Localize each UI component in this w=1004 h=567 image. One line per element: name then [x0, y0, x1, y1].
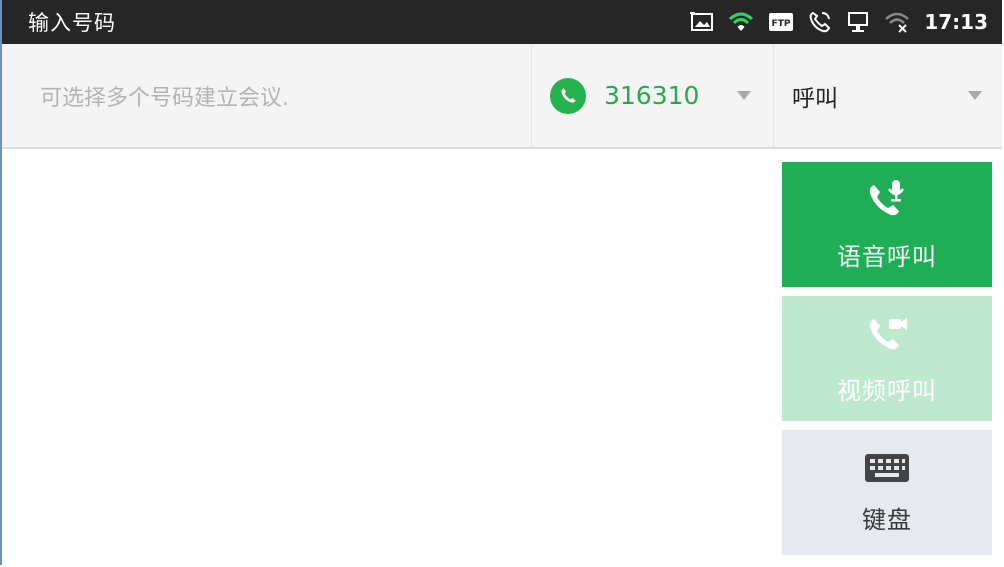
- network-icon: [846, 11, 870, 33]
- screenshot-icon: [690, 11, 714, 33]
- status-bar: 输入号码 FTP 17:13: [2, 0, 1002, 44]
- page-title: 输入号码: [28, 11, 116, 35]
- video-call-label: 视频呼叫: [837, 377, 937, 405]
- number-input-placeholder: 可选择多个号码建立会议.: [40, 85, 289, 111]
- chevron-down-icon: [737, 91, 752, 100]
- clock: 17:13: [924, 10, 988, 34]
- voice-call-label: 语音呼叫: [837, 243, 937, 271]
- wifi-off-icon: [884, 11, 910, 33]
- keypad-button[interactable]: 键盘: [782, 430, 992, 555]
- voice-call-icon: [865, 177, 909, 227]
- chevron-down-icon: [968, 91, 982, 100]
- video-call-icon: [865, 311, 909, 361]
- call-mode-label: 呼叫: [792, 85, 838, 112]
- account-select[interactable]: 316310: [532, 44, 774, 147]
- status-icons: FTP 17:13: [690, 10, 988, 34]
- account-number: 316310: [604, 81, 700, 110]
- call-status-icon: [808, 11, 832, 33]
- video-call-button[interactable]: 视频呼叫: [782, 296, 992, 421]
- voice-call-button[interactable]: 语音呼叫: [782, 162, 992, 287]
- keyboard-icon: [864, 450, 910, 490]
- call-mode-select[interactable]: 呼叫: [774, 44, 1002, 147]
- number-input[interactable]: 可选择多个号码建立会议.: [2, 44, 532, 147]
- keypad-label: 键盘: [862, 506, 912, 534]
- ftp-icon: FTP: [768, 11, 794, 33]
- wifi-icon: [728, 11, 754, 33]
- phone-icon: [550, 77, 586, 114]
- dial-input-row: 可选择多个号码建立会议. 316310 呼叫: [2, 44, 1002, 149]
- svg-text:FTP: FTP: [772, 19, 791, 29]
